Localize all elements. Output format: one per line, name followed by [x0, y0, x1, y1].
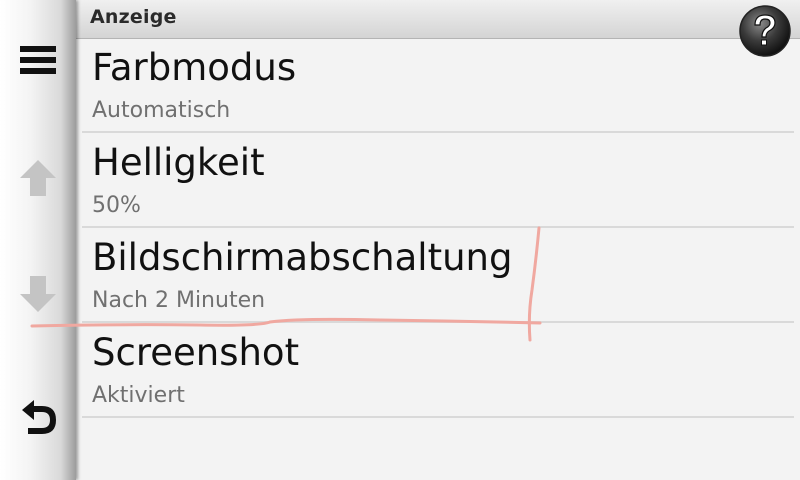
scroll-down-button[interactable] [0, 262, 76, 326]
setting-title: Screenshot [92, 331, 300, 374]
setting-item-helligkeit[interactable]: Helligkeit 50% [82, 133, 794, 228]
navigation-rail [0, 0, 76, 480]
hamburger-menu-icon [20, 46, 56, 74]
setting-item-screenshot[interactable]: Screenshot Aktiviert [82, 323, 794, 418]
back-button[interactable] [0, 386, 76, 450]
setting-value: Automatisch [92, 98, 231, 123]
scroll-up-button[interactable] [0, 146, 76, 210]
page-title: Anzeige [90, 6, 177, 28]
menu-button[interactable] [0, 28, 76, 92]
settings-panel: Anzeige Farbmodus Automatisch Helligkeit… [76, 0, 800, 480]
arrow-down-icon [20, 276, 56, 312]
setting-title: Helligkeit [92, 141, 265, 184]
question-mark-icon [739, 5, 791, 57]
help-button[interactable] [738, 4, 792, 58]
setting-value: Aktiviert [92, 383, 185, 408]
setting-value: Nach 2 Minuten [92, 288, 266, 313]
settings-list: Farbmodus Automatisch Helligkeit 50% Bil… [76, 38, 800, 418]
arrow-up-icon [20, 160, 56, 196]
setting-title: Bildschirmabschaltung [92, 236, 513, 279]
header-bar: Anzeige [76, 0, 800, 39]
back-arrow-icon [22, 400, 56, 434]
setting-value: 50% [92, 193, 141, 218]
setting-item-farbmodus[interactable]: Farbmodus Automatisch [82, 38, 794, 133]
setting-item-bildschirmabschaltung[interactable]: Bildschirmabschaltung Nach 2 Minuten [82, 228, 794, 323]
setting-title: Farbmodus [92, 46, 297, 89]
